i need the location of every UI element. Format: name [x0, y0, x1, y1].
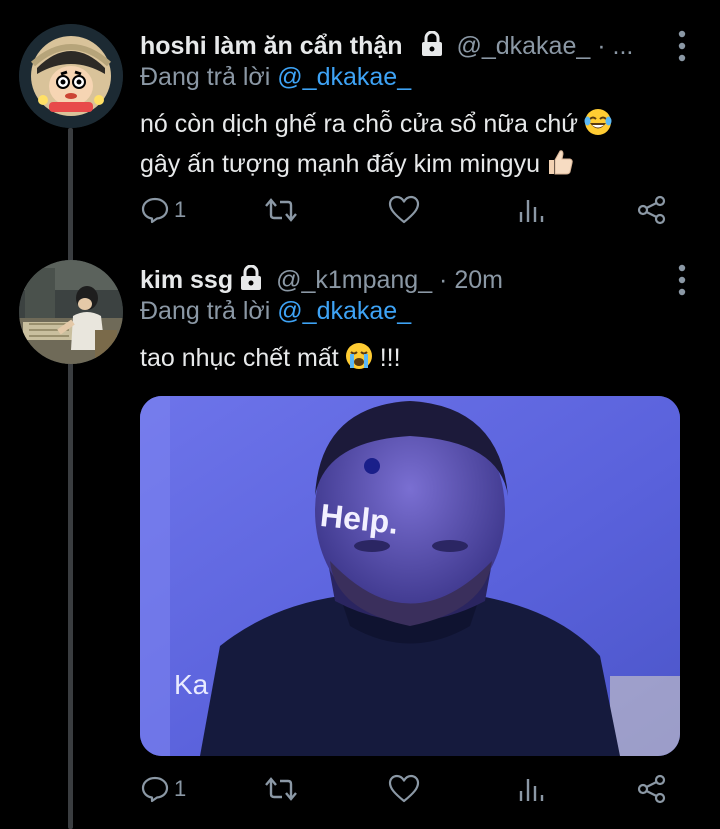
tweet-text-line: tao nhục chết mất — [140, 344, 339, 372]
reply-count: 1 — [174, 197, 187, 222]
tweet-text: nó còn dịch ghế ra chỗ cửa sổ nữa chứ gâ… — [140, 106, 700, 186]
share-button[interactable] — [636, 771, 668, 807]
tweet-text-line: nó còn dịch ghế ra chỗ cửa sổ nữa chứ — [140, 110, 578, 138]
tweet-header: hoshi làm ăn cẩn thận @_dkakae_ · ... — [140, 29, 720, 63]
more-options-icon[interactable] — [672, 262, 692, 298]
retweet-button[interactable] — [264, 192, 298, 228]
timestamp: ... — [612, 32, 634, 60]
man-with-projected-text-photo: Help. Ka — [140, 396, 680, 756]
tweet-header: kim ssg @_k1mpang_ · 20m — [140, 263, 720, 297]
retweet-icon — [265, 198, 297, 222]
display-name[interactable]: kim ssg — [140, 266, 233, 294]
avatar[interactable] — [19, 260, 123, 364]
replying-to-line: Đang trả lời @_dkakae_ — [140, 62, 411, 92]
analytics-button[interactable] — [516, 771, 546, 807]
more-options-icon[interactable] — [672, 28, 692, 64]
tweet[interactable]: kim ssg @_k1mpang_ · 20m Đang trả lời @_… — [0, 250, 720, 829]
replying-to-label: Đang trả lời — [140, 63, 271, 91]
replying-to-line: Đang trả lời @_dkakae_ — [140, 296, 411, 326]
like-button[interactable] — [388, 192, 420, 228]
reply-button[interactable]: 1 — [140, 771, 186, 807]
display-name[interactable]: hoshi làm ăn cẩn thận — [140, 32, 403, 60]
tweet-text-line: gây ấn tượng mạnh đấy kim mingyu — [140, 150, 540, 178]
avatar[interactable] — [19, 24, 123, 128]
tweet-media-image[interactable]: Help. Ka — [140, 396, 680, 756]
reply-mention-link[interactable]: @_dkakae_ — [277, 297, 411, 325]
heart-icon — [388, 774, 420, 803]
reply-icon — [141, 776, 169, 803]
handle[interactable]: @_dkakae_ — [456, 32, 590, 60]
analytics-button[interactable] — [516, 192, 546, 228]
share-icon — [637, 195, 666, 225]
tweet[interactable]: hoshi làm ăn cẩn thận @_dkakae_ · ... Đa… — [0, 0, 720, 250]
reply-button[interactable]: 1 — [140, 192, 186, 228]
analytics-icon — [519, 200, 544, 222]
lock-icon — [239, 264, 263, 300]
retweet-button[interactable] — [264, 771, 298, 807]
tweet-actions: 1 — [140, 771, 680, 807]
tweet-text: tao nhục chết mất !!! — [140, 340, 700, 380]
tweet-text-suffix: !!! — [379, 344, 401, 372]
lock-icon — [420, 30, 444, 66]
replying-to-label: Đang trả lời — [140, 297, 271, 325]
like-button[interactable] — [388, 771, 420, 807]
reply-icon — [141, 197, 169, 224]
reply-count: 1 — [174, 776, 187, 801]
anime-person-at-desk-avatar-icon — [19, 260, 123, 364]
loudly-crying-emoji-icon — [345, 342, 373, 380]
separator-dot: · — [597, 32, 606, 60]
tweet-actions: 1 — [140, 192, 680, 228]
heart-icon — [388, 195, 420, 224]
handle[interactable]: @_k1mpang_ — [276, 266, 432, 294]
share-icon — [637, 774, 666, 804]
retweet-icon — [265, 777, 297, 801]
cartoon-boy-avatar-icon — [19, 24, 123, 128]
projected-corner-text: Ka — [174, 669, 209, 700]
thumbs-up-emoji-icon — [546, 148, 574, 186]
laughing-crying-emoji-icon — [584, 108, 612, 146]
reply-mention-link[interactable]: @_dkakae_ — [277, 63, 411, 91]
separator-dot: · — [439, 266, 448, 294]
share-button[interactable] — [636, 192, 668, 228]
timestamp[interactable]: 20m — [454, 266, 503, 294]
analytics-icon — [519, 779, 544, 801]
